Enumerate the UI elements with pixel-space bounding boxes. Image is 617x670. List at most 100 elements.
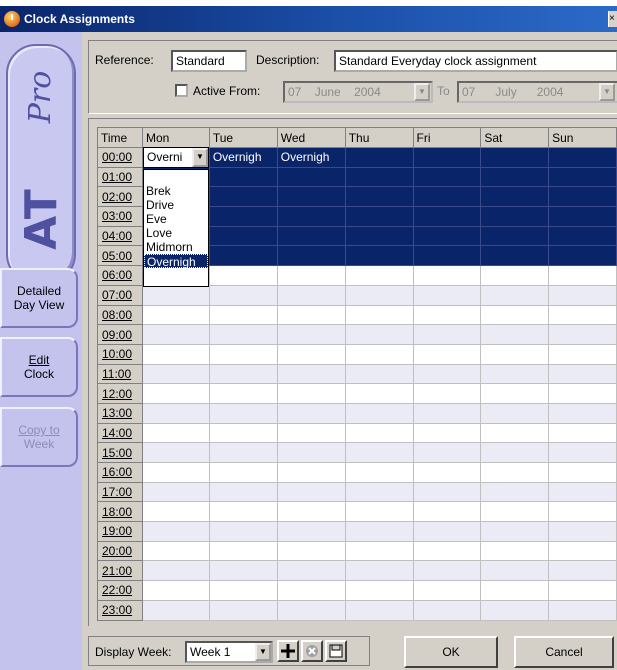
grid-cell[interactable] — [480, 284, 550, 306]
grid-cell[interactable] — [480, 225, 550, 247]
grid-cell[interactable] — [412, 521, 482, 542]
grid-cell[interactable] — [480, 206, 550, 227]
grid-cell[interactable] — [276, 422, 346, 444]
grid-cell[interactable] — [480, 147, 550, 168]
time-cell[interactable]: 15:00 — [97, 442, 143, 463]
grid-cell[interactable] — [412, 166, 482, 188]
grid-cell[interactable] — [208, 481, 278, 503]
grid-cell[interactable] — [548, 599, 617, 621]
grid-cell[interactable] — [412, 186, 482, 208]
grid-cell[interactable] — [208, 580, 278, 601]
dropdown-option[interactable] — [144, 170, 208, 184]
grid-cell[interactable] — [480, 560, 550, 582]
grid-cell[interactable] — [141, 402, 210, 424]
grid-cell[interactable] — [208, 186, 278, 208]
grid-cell[interactable] — [344, 304, 414, 326]
grid-cell[interactable] — [276, 442, 346, 463]
grid-cell[interactable] — [141, 540, 210, 562]
cancel-button[interactable]: Cancel — [514, 636, 614, 668]
grid-cell[interactable] — [412, 245, 482, 267]
grid-cell[interactable] — [548, 304, 617, 326]
grid-cell[interactable] — [344, 206, 414, 227]
time-cell[interactable]: 00:00 — [97, 147, 143, 168]
grid-cell[interactable] — [208, 304, 278, 326]
grid-cell[interactable] — [276, 521, 346, 542]
grid-cell[interactable] — [276, 481, 346, 503]
grid-cell[interactable] — [344, 147, 414, 168]
grid-cell[interactable] — [276, 560, 346, 582]
grid-cell[interactable] — [276, 245, 346, 267]
grid-cell[interactable] — [344, 422, 414, 444]
grid-cell[interactable] — [480, 580, 550, 601]
grid-cell[interactable] — [344, 186, 414, 208]
grid-cell[interactable] — [141, 560, 210, 582]
grid-cell[interactable] — [344, 324, 414, 345]
grid-cell[interactable] — [344, 343, 414, 365]
grid-cell[interactable] — [344, 540, 414, 562]
time-cell[interactable]: 12:00 — [97, 383, 143, 404]
grid-cell[interactable]: Overnigh — [276, 147, 346, 168]
dropdown-option[interactable]: Drive — [144, 198, 208, 212]
grid-cell[interactable] — [412, 304, 482, 326]
grid-cell[interactable] — [276, 501, 346, 523]
grid-cell[interactable] — [344, 560, 414, 582]
grid-cell[interactable] — [412, 481, 482, 503]
grid-cell[interactable] — [548, 402, 617, 424]
grid-cell[interactable] — [548, 206, 617, 227]
time-cell[interactable]: 23:00 — [97, 599, 143, 621]
grid-cell[interactable] — [344, 599, 414, 621]
grid-cell[interactable] — [208, 284, 278, 306]
grid-cell[interactable] — [208, 225, 278, 247]
grid-cell[interactable] — [480, 442, 550, 463]
grid-cell[interactable] — [208, 422, 278, 444]
grid-cell[interactable] — [141, 462, 210, 483]
grid-cell[interactable] — [276, 206, 346, 227]
grid-cell[interactable] — [208, 245, 278, 267]
time-cell[interactable]: 01:00 — [97, 166, 143, 188]
grid-cell[interactable] — [208, 166, 278, 188]
delete-icon[interactable] — [301, 640, 323, 662]
save-icon[interactable] — [325, 640, 347, 662]
grid-cell[interactable] — [141, 580, 210, 601]
grid-cell[interactable] — [344, 521, 414, 542]
grid-cell[interactable] — [548, 580, 617, 601]
grid-cell[interactable] — [480, 383, 550, 404]
grid-cell[interactable] — [276, 186, 346, 208]
grid-cell[interactable] — [344, 462, 414, 483]
grid-cell[interactable] — [276, 166, 346, 188]
grid-cell[interactable] — [344, 265, 414, 286]
time-cell[interactable]: 08:00 — [97, 304, 143, 326]
grid-cell[interactable] — [208, 501, 278, 523]
plus-icon[interactable] — [277, 640, 299, 662]
grid-cell[interactable] — [480, 402, 550, 424]
grid-cell[interactable] — [344, 402, 414, 424]
time-cell[interactable]: 14:00 — [97, 422, 143, 444]
grid-cell[interactable] — [412, 422, 482, 444]
grid-cell[interactable] — [412, 284, 482, 306]
grid-cell[interactable] — [412, 462, 482, 483]
grid-cell[interactable] — [548, 501, 617, 523]
grid-cell[interactable] — [344, 225, 414, 247]
grid-cell[interactable] — [480, 186, 550, 208]
grid-cell[interactable] — [344, 363, 414, 385]
grid-cell[interactable] — [276, 462, 346, 483]
grid-cell[interactable] — [412, 343, 482, 365]
ok-button[interactable]: OK — [404, 636, 498, 668]
dropdown-option[interactable]: Brek — [144, 184, 208, 198]
grid-cell[interactable] — [480, 245, 550, 267]
grid-cell[interactable] — [412, 206, 482, 227]
grid-cell[interactable] — [208, 402, 278, 424]
grid-cell[interactable] — [548, 186, 617, 208]
grid-cell[interactable] — [480, 166, 550, 188]
time-cell[interactable]: 02:00 — [97, 186, 143, 208]
grid-cell[interactable] — [276, 383, 346, 404]
grid-cell[interactable] — [276, 580, 346, 601]
chevron-down-icon[interactable]: ▼ — [599, 83, 615, 101]
grid-cell[interactable] — [141, 284, 210, 306]
grid-cell[interactable] — [412, 560, 482, 582]
grid-cell[interactable] — [344, 580, 414, 601]
time-cell[interactable]: 19:00 — [97, 521, 143, 542]
from-date-field[interactable]: 07 June 2004 — [283, 81, 433, 103]
time-cell[interactable]: 18:00 — [97, 501, 143, 523]
grid-cell[interactable] — [480, 363, 550, 385]
